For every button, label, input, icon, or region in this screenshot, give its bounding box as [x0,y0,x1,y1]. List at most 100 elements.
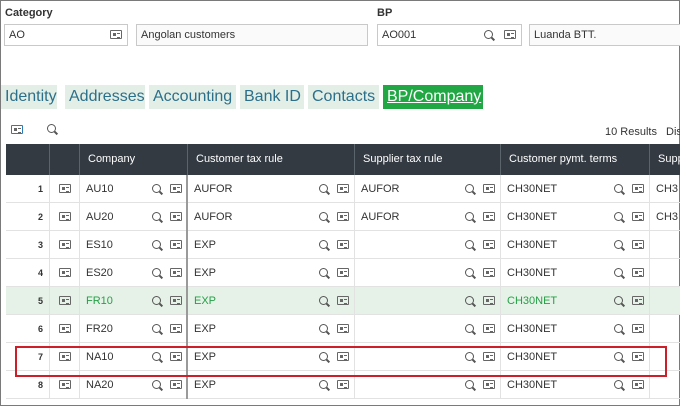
detail-icon[interactable] [337,324,349,333]
tab-contacts[interactable]: Contacts [308,85,379,109]
cell-supp-terms[interactable]: CH3 [650,175,680,203]
detail-icon[interactable] [632,212,644,221]
table-row[interactable]: 3 ES10 EXP CH30NET [6,231,680,259]
cell-cust-tax[interactable]: EXP [188,287,355,315]
detail-icon[interactable] [337,212,349,221]
card-view-icon[interactable] [11,125,23,134]
search-icon[interactable] [319,324,330,335]
detail-icon[interactable] [504,30,516,39]
search-icon[interactable] [465,184,476,195]
cell-supp-terms[interactable] [650,287,680,315]
search-icon[interactable] [465,240,476,251]
cell-supp-terms[interactable] [650,315,680,343]
cell-supp-terms[interactable]: CH3 [650,203,680,231]
detail-icon[interactable] [632,240,644,249]
cell-cust-tax[interactable]: EXP [188,231,355,259]
search-icon[interactable] [319,212,330,223]
search-icon[interactable] [152,324,163,335]
table-row[interactable]: 1 AU10 AUFOR AUFOR CH30NET CH3 [6,175,680,203]
search-icon[interactable] [465,324,476,335]
cell-supp-tax[interactable]: AUFOR [355,175,501,203]
detail-icon[interactable] [483,380,495,389]
detail-icon[interactable] [337,296,349,305]
detail-icon[interactable] [483,268,495,277]
search-icon[interactable] [152,268,163,279]
search-icon[interactable] [614,184,625,195]
table-row[interactable]: 4 ES20 EXP CH30NET [6,259,680,287]
cell-cust-terms[interactable]: CH30NET [501,287,650,315]
column-header-supplier-tax-rule[interactable]: Supplier tax rule [355,144,501,175]
detail-icon[interactable] [170,268,182,277]
cell-company[interactable]: ES20 [80,259,188,287]
detail-icon[interactable] [632,324,644,333]
search-icon[interactable] [319,268,330,279]
row-detail-icon[interactable] [59,212,71,221]
search-icon[interactable] [319,380,330,391]
detail-icon[interactable] [337,380,349,389]
detail-icon[interactable] [170,380,182,389]
cell-company[interactable]: FR20 [80,315,188,343]
search-icon[interactable] [465,380,476,391]
tab-accounting[interactable]: Accounting [149,85,236,109]
detail-icon[interactable] [483,240,495,249]
cell-company[interactable]: AU10 [80,175,188,203]
column-header-supplier-pymt-terms[interactable]: Supp [650,144,680,175]
tab-bank-id[interactable]: Bank ID [240,85,304,109]
search-icon[interactable] [614,296,625,307]
cell-cust-tax[interactable]: AUFOR [188,175,355,203]
cell-cust-tax[interactable]: EXP [188,259,355,287]
detail-icon[interactable] [337,184,349,193]
detail-icon[interactable] [337,268,349,277]
search-icon[interactable] [47,124,58,135]
cell-supp-terms[interactable] [650,231,680,259]
search-icon[interactable] [614,324,625,335]
cell-supp-tax[interactable] [355,231,501,259]
cell-company[interactable]: ES10 [80,231,188,259]
row-detail-icon[interactable] [59,268,71,277]
search-icon[interactable] [614,380,625,391]
column-header-customer-tax-rule[interactable]: Customer tax rule [188,144,355,175]
cell-cust-terms[interactable]: CH30NET [501,315,650,343]
tab-bp-company[interactable]: BP/Company [383,85,483,109]
row-detail-icon[interactable] [59,296,71,305]
detail-icon[interactable] [170,184,182,193]
bp-field[interactable]: AO001 [377,24,522,46]
detail-icon[interactable] [483,184,495,193]
cell-company[interactable]: FR10 [80,287,188,315]
tab-addresses[interactable]: Addresses [65,85,145,109]
search-icon[interactable] [465,268,476,279]
column-header-company[interactable]: Company [80,144,188,175]
search-icon[interactable] [614,212,625,223]
detail-icon[interactable] [632,380,644,389]
cell-cust-tax[interactable]: AUFOR [188,203,355,231]
cell-cust-terms[interactable]: CH30NET [501,203,650,231]
row-detail-icon[interactable] [59,184,71,193]
table-row[interactable]: 6 FR20 EXP CH30NET [6,315,680,343]
search-icon[interactable] [152,184,163,195]
tab-identity[interactable]: Identity [1,85,57,109]
cell-cust-terms[interactable]: CH30NET [501,175,650,203]
search-icon[interactable] [319,296,330,307]
search-icon[interactable] [465,296,476,307]
detail-icon[interactable] [483,212,495,221]
search-icon[interactable] [152,212,163,223]
detail-icon[interactable] [632,184,644,193]
cell-cust-terms[interactable]: CH30NET [501,259,650,287]
search-icon[interactable] [152,380,163,391]
cell-supp-tax[interactable]: AUFOR [355,203,501,231]
detail-icon[interactable] [632,268,644,277]
table-row[interactable]: 2 AU20 AUFOR AUFOR CH30NET CH3 [6,203,680,231]
detail-icon[interactable] [170,212,182,221]
search-icon[interactable] [319,240,330,251]
display-text[interactable]: Disp [666,126,680,138]
category-field[interactable]: AO [4,24,128,46]
detail-icon[interactable] [110,30,122,39]
row-detail-icon[interactable] [59,380,71,389]
row-detail-icon[interactable] [59,240,71,249]
cell-supp-terms[interactable] [650,259,680,287]
search-icon[interactable] [484,30,495,41]
detail-icon[interactable] [483,296,495,305]
detail-icon[interactable] [170,240,182,249]
search-icon[interactable] [152,296,163,307]
detail-icon[interactable] [632,296,644,305]
